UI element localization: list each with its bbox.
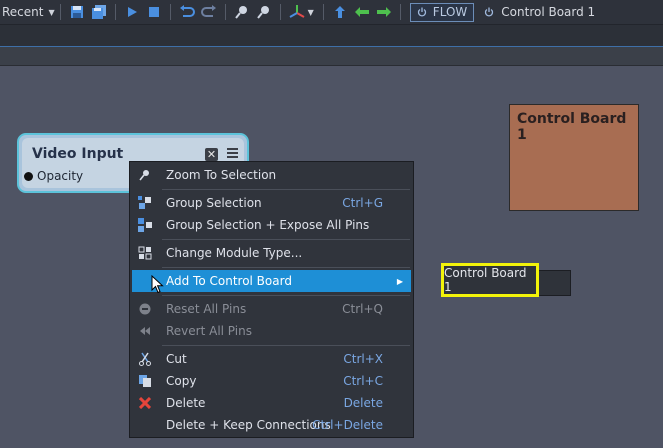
axis-icon[interactable] [289, 4, 305, 20]
menu-item-delete-keep-connections[interactable]: Delete + Keep Connections Ctrl+Delete [132, 414, 411, 436]
module-type-icon [137, 245, 153, 261]
toolbar-divider [399, 4, 401, 20]
menu-item-revert-all-pins[interactable]: Revert All Pins [132, 320, 411, 342]
power-icon [417, 7, 426, 17]
control-board-panel[interactable]: Control Board 1 [509, 104, 639, 211]
group-expose-icon [137, 217, 153, 233]
menu-item-label: Add To Control Board [166, 274, 292, 288]
menu-item-copy[interactable]: Copy Ctrl+C [132, 370, 411, 392]
toolbar-divider [279, 4, 281, 20]
menu-item-shortcut: Ctrl+X [343, 352, 383, 366]
chevron-down-icon[interactable]: ▼ [308, 8, 314, 17]
menu-item-cut[interactable]: Cut Ctrl+X [132, 348, 411, 370]
right-arrow-icon[interactable] [376, 4, 392, 20]
revert-icon [137, 323, 153, 339]
menu-item-label: Zoom To Selection [166, 168, 277, 182]
save-all-icon[interactable] [91, 4, 107, 20]
control-board-selector[interactable]: Control Board 1 [484, 5, 595, 19]
up-arrow-icon[interactable] [332, 4, 348, 20]
recent-dropdown[interactable]: Recent ▼ [0, 5, 55, 19]
menu-item-shortcut: Ctrl+Q [342, 302, 383, 316]
toolbar-divider [59, 4, 61, 20]
mouse-cursor-icon [151, 275, 164, 294]
delete-icon [137, 395, 153, 411]
canvas-header-strip [0, 47, 663, 66]
power-icon [485, 7, 494, 17]
menu-item-label: Delete [166, 396, 206, 410]
save-icon[interactable] [69, 4, 85, 20]
menu-divider [162, 295, 410, 296]
menu-item-label: Copy [166, 374, 197, 388]
submenu-item-label: Control Board 1 [444, 266, 527, 294]
menu-item-label: Delete + Keep Connections [166, 418, 331, 432]
zoom-in-icon[interactable] [234, 4, 250, 20]
menu-divider [162, 189, 410, 190]
stop-icon[interactable] [146, 4, 162, 20]
menu-item-group-selection-expose-pins[interactable]: Group Selection + Expose All Pins [132, 214, 411, 236]
menu-divider [162, 345, 410, 346]
opacity-pin[interactable] [24, 172, 33, 181]
menu-divider [162, 267, 410, 268]
recent-label: Recent [2, 5, 44, 19]
menu-item-label: Change Module Type... [166, 246, 303, 260]
hamburger-menu-icon[interactable] [227, 148, 238, 162]
undo-icon[interactable] [179, 4, 195, 20]
zoom-out-icon[interactable] [256, 4, 272, 20]
pin-label: Opacity [37, 169, 84, 183]
menu-item-shortcut: Ctrl+Delete [312, 418, 383, 432]
flow-button[interactable]: FLOW [409, 2, 475, 22]
chevron-down-icon: ▼ [48, 7, 55, 17]
empty-icon-slot [137, 417, 153, 433]
context-menu: Zoom To Selection Group Selection Ctrl+G… [129, 161, 414, 438]
play-icon[interactable] [124, 4, 140, 20]
menu-item-change-module-type[interactable]: Change Module Type... [132, 242, 411, 264]
cut-icon [137, 351, 153, 367]
flow-label: FLOW [432, 5, 468, 19]
menu-item-shortcut: Ctrl+C [343, 374, 383, 388]
toolbar-divider [114, 4, 116, 20]
menu-item-label: Group Selection [166, 196, 262, 210]
menu-item-delete[interactable]: Delete Delete [132, 392, 411, 414]
submenu-arrow-icon: ▶ [396, 276, 403, 286]
menu-item-group-selection[interactable]: Group Selection Ctrl+G [132, 192, 411, 214]
menu-item-label: Cut [166, 352, 187, 366]
toolbar-divider [224, 4, 226, 20]
group-icon [137, 195, 153, 211]
menu-item-shortcut: Delete [343, 396, 383, 410]
menu-item-label: Revert All Pins [166, 324, 252, 338]
zoom-icon [137, 167, 153, 183]
menu-item-label: Reset All Pins [166, 302, 247, 316]
control-board-title: Control Board 1 [517, 111, 627, 143]
menu-item-reset-all-pins[interactable]: Reset All Pins Ctrl+Q [132, 298, 411, 320]
menu-item-zoom-to-selection[interactable]: Zoom To Selection [132, 164, 411, 186]
redo-icon[interactable] [200, 4, 217, 20]
menu-item-shortcut: Ctrl+G [342, 196, 383, 210]
reset-icon [137, 301, 153, 317]
control-board-submenu: Control Board 1 [441, 263, 571, 297]
toolbar-divider [322, 4, 324, 20]
toolbar-divider [169, 4, 171, 20]
menu-item-add-to-control-board[interactable]: Add To Control Board ▶ [132, 270, 411, 292]
left-arrow-icon[interactable] [354, 4, 370, 20]
menu-divider [162, 239, 410, 240]
close-icon[interactable]: ✕ [205, 148, 218, 161]
control-board-label: Control Board 1 [501, 5, 596, 19]
node-title: Video Input [32, 146, 124, 162]
copy-icon [137, 373, 153, 389]
menu-item-label: Group Selection + Expose All Pins [166, 218, 370, 232]
secondary-toolbar [0, 25, 663, 47]
toolbar: Recent ▼ ▼ FLOW Control Board 1 [0, 0, 663, 25]
submenu-item-control-board-1[interactable]: Control Board 1 [441, 263, 539, 297]
